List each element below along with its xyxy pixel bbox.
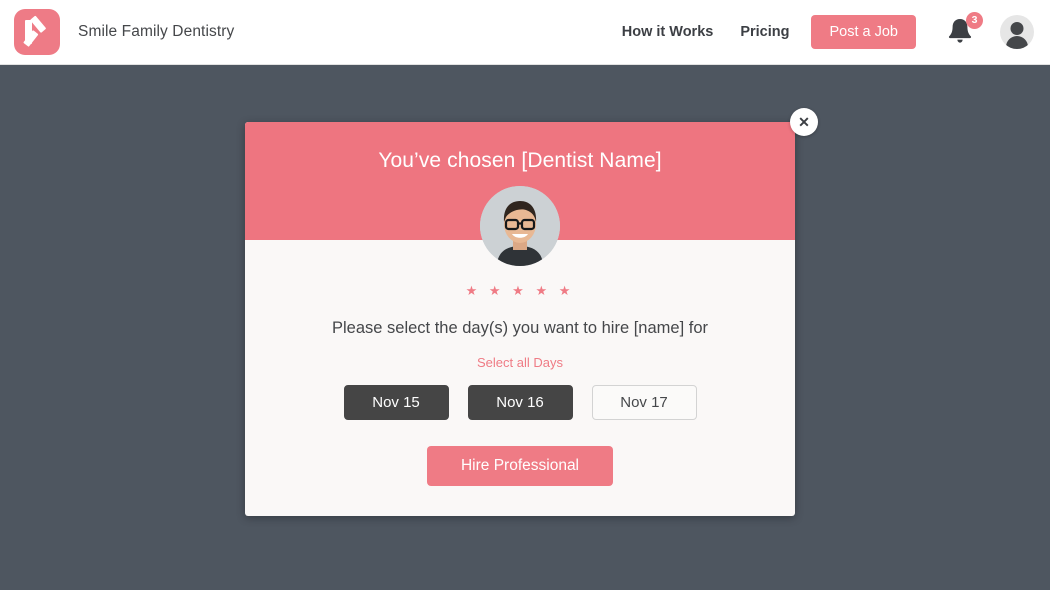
dentist-profile-photo bbox=[480, 186, 560, 266]
post-a-job-button[interactable]: Post a Job bbox=[811, 15, 916, 49]
day-selection-group: Nov 15 Nov 16 Nov 17 bbox=[245, 385, 795, 420]
brand[interactable]: Smile Family Dentistry bbox=[14, 9, 234, 55]
avatar-head bbox=[1010, 22, 1024, 35]
day-button-nov-15[interactable]: Nov 15 bbox=[343, 385, 449, 420]
day-button-nov-17[interactable]: Nov 17 bbox=[591, 385, 697, 420]
user-avatar-icon[interactable] bbox=[1000, 15, 1034, 49]
close-icon[interactable]: ✕ bbox=[790, 108, 818, 136]
notification-count-badge: 3 bbox=[966, 12, 983, 29]
nav-link-pricing[interactable]: Pricing bbox=[740, 24, 789, 40]
profile-photo-illustration bbox=[480, 186, 560, 266]
day-button-nov-16[interactable]: Nov 16 bbox=[467, 385, 573, 420]
notification-bell-icon[interactable]: 3 bbox=[946, 12, 983, 48]
modal-overlay: You’ve chosen [Dentist Name] ✕ ★ ★ ★ ★ ★… bbox=[0, 65, 1050, 590]
top-navbar: Smile Family Dentistry How it Works Pric… bbox=[0, 0, 1050, 65]
modal-title: You’ve chosen [Dentist Name] bbox=[378, 149, 662, 172]
navbar-right-group: How it Works Pricing Post a Job 3 bbox=[622, 12, 1034, 49]
avatar-body bbox=[1006, 36, 1028, 49]
nav-link-how-it-works[interactable]: How it Works bbox=[622, 24, 714, 40]
brand-name: Smile Family Dentistry bbox=[78, 23, 235, 40]
modal-body: ★ ★ ★ ★ ★ Please select the day(s) you w… bbox=[245, 240, 795, 516]
hire-dentist-modal: You’ve chosen [Dentist Name] ✕ ★ ★ ★ ★ ★… bbox=[245, 108, 818, 516]
selection-prompt: Please select the day(s) you want to hir… bbox=[331, 319, 709, 337]
hire-professional-button[interactable]: Hire Professional bbox=[427, 446, 613, 486]
k-logo-icon[interactable] bbox=[14, 9, 60, 55]
rating-stars: ★ ★ ★ ★ ★ bbox=[465, 283, 575, 298]
select-all-days-link[interactable]: Select all Days bbox=[477, 355, 563, 370]
